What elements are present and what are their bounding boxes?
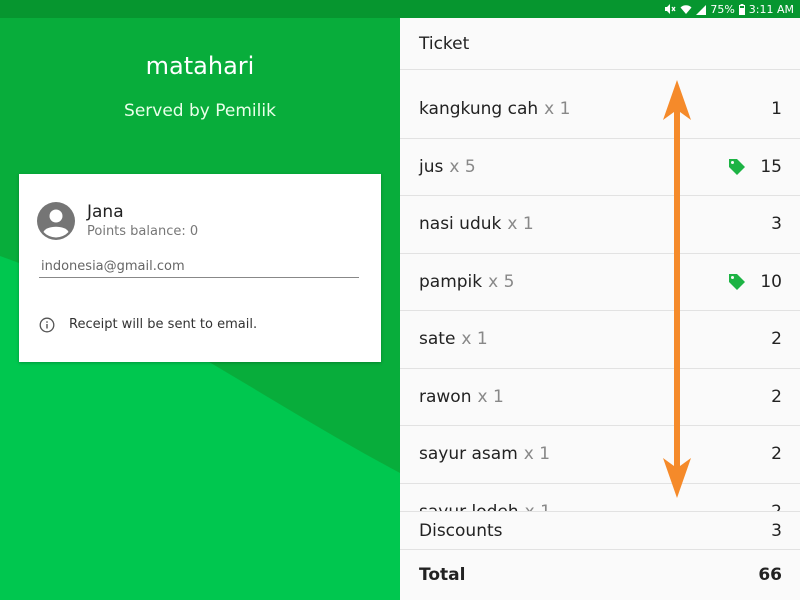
ticket-row[interactable]: sayur asam x 1 2 xyxy=(400,426,800,484)
item-price: 1 xyxy=(771,99,782,120)
ticket-row[interactable]: pampik x 5 10 xyxy=(400,254,800,311)
wifi-icon xyxy=(680,3,692,15)
mute-icon xyxy=(664,3,676,15)
total-value: 66 xyxy=(758,565,782,585)
ticket-list[interactable]: kangkung cah x 1 1 jus x 5 15 nasi uduk x 1 3 pam… xyxy=(400,81,800,511)
tag-icon xyxy=(729,158,746,175)
signal-icon xyxy=(696,4,707,15)
item-price: 3 xyxy=(771,214,782,235)
total-row: Total 66 xyxy=(400,550,800,600)
item-name: nasi uduk xyxy=(419,214,502,235)
tag-icon xyxy=(729,273,746,290)
item-price: 2 xyxy=(771,502,782,511)
item-price: 10 xyxy=(760,271,782,292)
item-price: 2 xyxy=(771,444,782,465)
item-quantity: x 5 xyxy=(488,271,515,292)
item-quantity: x 1 xyxy=(525,502,551,511)
ticket-row[interactable]: sate x 1 2 xyxy=(400,311,800,369)
email-field[interactable] xyxy=(39,256,359,278)
item-name: kangkung cah xyxy=(419,99,539,120)
customer-card: Jana Points balance: 0 Receipt will be s… xyxy=(19,174,381,362)
battery-percent: 75% xyxy=(710,2,735,16)
served-by-label: Served by Pemilik xyxy=(124,101,276,121)
item-name: rawon xyxy=(419,386,472,407)
item-price: 2 xyxy=(771,386,782,407)
item-name: pampik xyxy=(419,271,483,292)
item-price: 15 xyxy=(760,156,782,177)
ticket-header: Ticket xyxy=(400,18,800,70)
ticket-row[interactable]: nasi uduk x 1 3 xyxy=(400,196,800,254)
total-label: Total xyxy=(419,565,466,585)
status-time: 3:11 AM xyxy=(748,2,794,16)
avatar-icon[interactable] xyxy=(37,202,75,240)
customer-pane: matahari Served by Pemilik Jana Points b… xyxy=(0,18,400,600)
item-quantity: x 1 xyxy=(461,329,488,350)
item-quantity: x 1 xyxy=(544,99,571,120)
ticket-row[interactable]: kangkung cah x 1 1 xyxy=(400,81,800,139)
ticket-row[interactable]: jus x 5 15 xyxy=(400,139,800,196)
discounts-label: Discounts xyxy=(419,520,503,541)
item-quantity: x 1 xyxy=(477,386,504,407)
discounts-value: 3 xyxy=(771,520,782,541)
points-balance: Points balance: 0 xyxy=(87,224,199,239)
item-quantity: x 5 xyxy=(449,156,476,177)
item-quantity: x 1 xyxy=(507,214,534,235)
discounts-row[interactable]: Discounts 3 xyxy=(400,511,800,550)
item-quantity: x 1 xyxy=(523,444,551,465)
receipt-note: Receipt will be sent to email. xyxy=(69,317,258,332)
item-name: jus xyxy=(419,156,444,177)
customer-name[interactable]: Jana xyxy=(87,202,124,222)
info-icon xyxy=(39,317,55,333)
scroll-arrow-icon xyxy=(663,80,691,498)
battery-icon xyxy=(738,3,745,15)
ticket-row[interactable]: sayur lodeh x 1 2 xyxy=(400,484,800,511)
ticket-row[interactable]: rawon x 1 2 xyxy=(400,369,800,426)
status-bar: 75% 3:11 AM xyxy=(0,0,800,18)
store-name: matahari xyxy=(145,52,255,80)
ticket-pane: Ticket kangkung cah x 1 1 jus x 5 15 nasi uduk… xyxy=(400,18,800,600)
item-name: sayur lodeh xyxy=(419,502,519,511)
item-name: sayur asam xyxy=(419,444,518,465)
item-price: 2 xyxy=(771,329,782,350)
item-name: sate xyxy=(419,329,456,350)
